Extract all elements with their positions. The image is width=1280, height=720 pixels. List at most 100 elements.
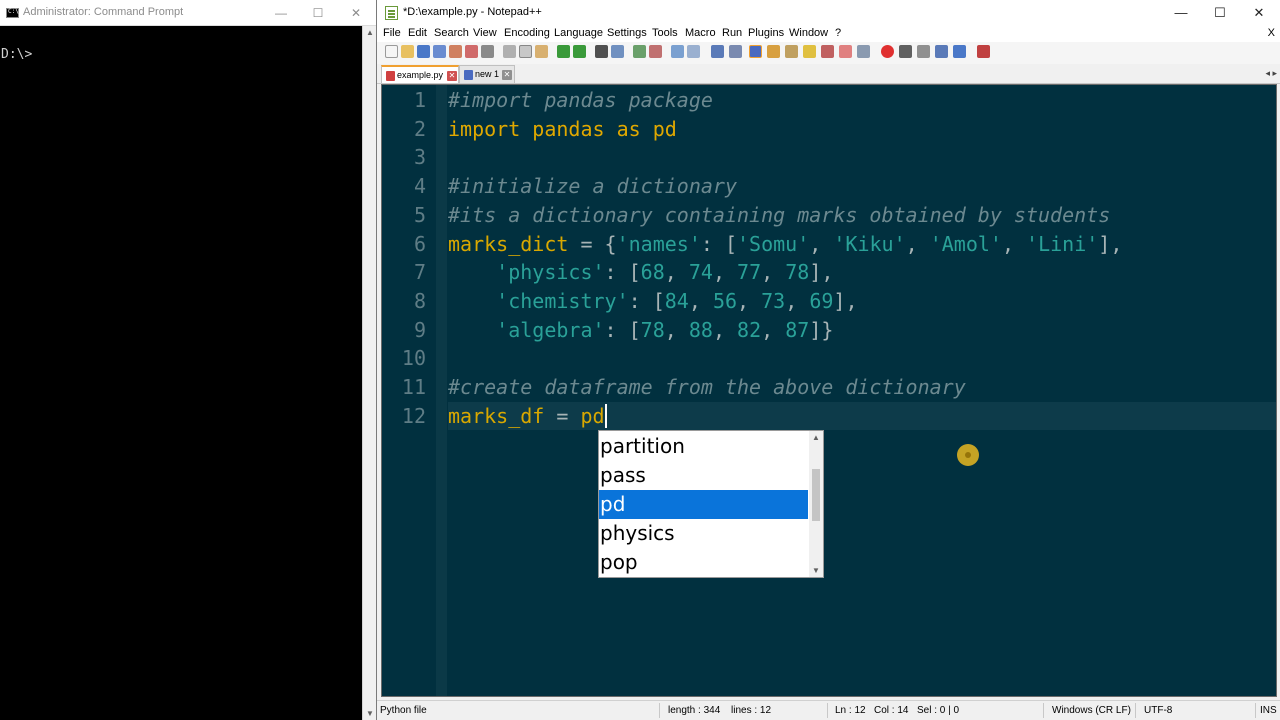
code-line[interactable]: 'physics': [68, 74, 77, 78], bbox=[448, 258, 833, 286]
udl-icon[interactable] bbox=[767, 45, 780, 58]
code-line[interactable]: #import pandas package bbox=[448, 86, 713, 114]
autocomplete-item[interactable]: physics bbox=[599, 519, 808, 548]
preview-icon[interactable] bbox=[857, 45, 870, 58]
cmd-minimize-button[interactable]: — bbox=[262, 0, 300, 26]
tab-new-1[interactable]: new 1 ✕ bbox=[459, 65, 515, 83]
code-line[interactable]: 'chemistry': [84, 56, 73, 69], bbox=[448, 287, 858, 315]
scroll-up-icon[interactable]: ▲ bbox=[363, 28, 377, 37]
cmd-console[interactable]: D:\> bbox=[0, 26, 362, 720]
monitoring-icon[interactable] bbox=[839, 45, 852, 58]
scroll-down-icon[interactable]: ▼ bbox=[809, 566, 823, 575]
scroll-up-icon[interactable]: ▲ bbox=[809, 433, 823, 442]
close-file-icon[interactable] bbox=[449, 45, 462, 58]
menu-settings[interactable]: Settings bbox=[607, 27, 647, 39]
menu-file[interactable]: File bbox=[383, 27, 401, 39]
autocomplete-item[interactable]: pass bbox=[599, 461, 808, 490]
npp-minimize-button[interactable]: — bbox=[1161, 0, 1201, 26]
doc-map-icon[interactable] bbox=[785, 45, 798, 58]
menu-tools[interactable]: Tools bbox=[652, 27, 678, 39]
menu-search[interactable]: Search bbox=[434, 27, 469, 39]
word-wrap-icon[interactable] bbox=[711, 45, 724, 58]
autocomplete-item-selected[interactable]: pd bbox=[599, 490, 808, 519]
folder-workspace-icon[interactable] bbox=[821, 45, 834, 58]
save-macro-icon[interactable] bbox=[953, 45, 966, 58]
line-number: 2 bbox=[413, 116, 426, 141]
run-macro-multiple-icon[interactable] bbox=[935, 45, 948, 58]
autocomplete-popup[interactable]: partition pass pd physics pop ▲ ▼ bbox=[598, 430, 824, 578]
cut-icon[interactable] bbox=[503, 45, 516, 58]
code-line[interactable]: marks_df = pd bbox=[448, 402, 605, 430]
code-line[interactable]: #its a dictionary containing marks obtai… bbox=[448, 201, 1110, 229]
cmd-app-icon bbox=[6, 8, 19, 18]
code-token: ], bbox=[833, 288, 858, 313]
tab-bar: example.py ✕ new 1 ✕ ◂ ▸ bbox=[377, 64, 1280, 84]
line-number: 11 bbox=[401, 375, 426, 399]
save-all-icon[interactable] bbox=[433, 45, 446, 58]
cmd-close-button[interactable]: ✕ bbox=[337, 0, 375, 26]
close-document-icon[interactable]: X bbox=[1268, 27, 1275, 39]
spell-check-icon[interactable] bbox=[977, 45, 990, 58]
show-all-chars-icon[interactable] bbox=[729, 45, 742, 58]
tab-example-py[interactable]: example.py ✕ bbox=[381, 65, 459, 83]
code-token: , bbox=[664, 260, 689, 285]
code-line[interactable]: #create dataframe from the above diction… bbox=[448, 373, 966, 401]
code-line[interactable]: import pandas as pd bbox=[448, 115, 677, 143]
line-number: 8 bbox=[413, 288, 426, 313]
code-editor[interactable]: 1 2 3 4 5 6 7 8 9 10 11 12 #import pandas package im… bbox=[381, 84, 1277, 697]
scroll-down-icon[interactable]: ▼ bbox=[363, 709, 377, 718]
redo-icon[interactable] bbox=[573, 45, 586, 58]
function-list-icon[interactable] bbox=[803, 45, 816, 58]
replace-icon[interactable] bbox=[611, 45, 624, 58]
npp-maximize-button[interactable]: ☐ bbox=[1200, 0, 1240, 26]
scrollbar-thumb[interactable] bbox=[812, 469, 820, 521]
code-line[interactable]: marks_dict = {'names': ['Somu', 'Kiku', … bbox=[448, 230, 1122, 258]
menu-help[interactable]: ? bbox=[835, 27, 841, 39]
new-file-icon[interactable] bbox=[385, 45, 398, 58]
npp-window-title: *D:\example.py - Notepad++ bbox=[403, 6, 542, 18]
menu-language[interactable]: Language bbox=[554, 27, 603, 39]
menu-encoding[interactable]: Encoding bbox=[504, 27, 550, 39]
autocomplete-item[interactable]: partition bbox=[599, 432, 808, 461]
code-token: pd bbox=[580, 403, 605, 428]
autocomplete-scrollbar[interactable]: ▲ ▼ bbox=[809, 431, 823, 577]
npp-titlebar[interactable]: *D:\example.py - Notepad++ — ☐ ✕ bbox=[377, 0, 1280, 26]
copy-icon[interactable] bbox=[519, 45, 532, 58]
code-token: 'Somu' bbox=[737, 231, 810, 256]
autocomplete-item[interactable]: pop bbox=[599, 548, 808, 577]
paste-icon[interactable] bbox=[535, 45, 548, 58]
cmd-scrollbar[interactable]: ▲ ▼ bbox=[362, 26, 376, 720]
zoom-out-icon[interactable] bbox=[649, 45, 662, 58]
code-line[interactable]: 'algebra': [78, 88, 82, 87]} bbox=[448, 316, 833, 344]
saved-file-icon bbox=[464, 70, 473, 80]
open-file-icon[interactable] bbox=[401, 45, 414, 58]
indent-guide-icon[interactable] bbox=[749, 45, 762, 58]
menu-edit[interactable]: Edit bbox=[408, 27, 427, 39]
sync-vertical-icon[interactable] bbox=[671, 45, 684, 58]
tab-close-icon[interactable]: ✕ bbox=[502, 70, 512, 80]
cmd-maximize-button[interactable]: ☐ bbox=[299, 0, 337, 26]
tab-scroll-arrows[interactable]: ◂ ▸ bbox=[1265, 68, 1277, 79]
code-line[interactable]: #initialize a dictionary bbox=[448, 172, 737, 200]
menu-macro[interactable]: Macro bbox=[685, 27, 716, 39]
find-icon[interactable] bbox=[595, 45, 608, 58]
tab-close-icon[interactable]: ✕ bbox=[447, 71, 457, 81]
undo-icon[interactable] bbox=[557, 45, 570, 58]
cmd-titlebar[interactable]: Administrator: Command Prompt — ☐ ✕ bbox=[0, 0, 376, 26]
stop-macro-icon[interactable] bbox=[899, 45, 912, 58]
print-icon[interactable] bbox=[481, 45, 494, 58]
fold-margin[interactable] bbox=[436, 85, 447, 696]
save-icon[interactable] bbox=[417, 45, 430, 58]
menu-view[interactable]: View bbox=[473, 27, 497, 39]
menu-run[interactable]: Run bbox=[722, 27, 742, 39]
sync-horizontal-icon[interactable] bbox=[687, 45, 700, 58]
menu-plugins[interactable]: Plugins bbox=[748, 27, 784, 39]
close-all-icon[interactable] bbox=[465, 45, 478, 58]
play-macro-icon[interactable] bbox=[917, 45, 930, 58]
code-token: 'Kiku' bbox=[833, 231, 906, 256]
code-token: #import pandas package bbox=[448, 88, 713, 112]
zoom-in-icon[interactable] bbox=[633, 45, 646, 58]
menu-window[interactable]: Window bbox=[789, 27, 828, 39]
record-macro-icon[interactable] bbox=[881, 45, 894, 58]
npp-close-button[interactable]: ✕ bbox=[1239, 0, 1279, 26]
